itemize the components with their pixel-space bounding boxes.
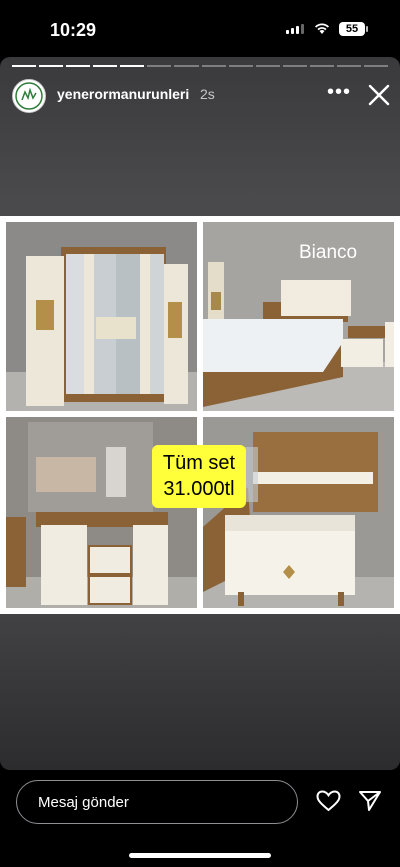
profile-logo-icon [15,82,43,110]
wifi-icon [315,23,329,34]
story-progress-bar [12,65,389,67]
battery-icon: 55 [339,22,368,36]
price-line-2: 31.000tl [163,478,235,500]
cellular-signal-icon [286,24,304,34]
story-progress-segment [147,65,172,67]
story-progress-segment [66,65,91,67]
story-progress-segment [12,65,37,67]
status-time: 10:29 [50,20,97,40]
reply-bar: Mesaj gönder [0,770,400,867]
story-progress-segment [174,65,199,67]
story-progress-segment [228,65,253,67]
price-sticker: Tüm set 31.000tl [152,445,246,508]
story-progress-segment [120,65,145,67]
story-progress-segment [93,65,118,67]
message-placeholder: Mesaj gönder [38,794,129,811]
story-image-collage: Bianco [0,216,400,614]
send-icon[interactable] [358,789,382,813]
wardrobe-photo [6,222,197,411]
story-age: 2s [200,86,215,102]
story-progress-segment [336,65,362,67]
price-line-1: Tüm set [162,452,236,474]
home-indicator [129,853,271,858]
more-icon[interactable]: ••• [327,81,351,104]
close-icon[interactable] [366,82,392,108]
story-progress-segment [39,65,64,67]
avatar[interactable] [12,79,46,113]
bianco-label: Bianco [299,242,358,263]
story-progress-segment [201,65,226,67]
message-input[interactable]: Mesaj gönder [16,780,298,824]
bed-photo: Bianco [203,222,394,411]
story-progress-segment [282,65,307,67]
story-progress-segment [364,65,389,67]
story-username[interactable]: yenerormanurunleri [57,86,189,102]
story-progress-segment [309,65,334,67]
story-progress-segment [255,65,280,67]
heart-icon[interactable] [316,790,341,812]
status-bar: 10:29 55 [0,0,400,57]
story-viewer[interactable]: yenerormanurunleri 2s ••• Bianco Tüm set… [0,57,400,770]
